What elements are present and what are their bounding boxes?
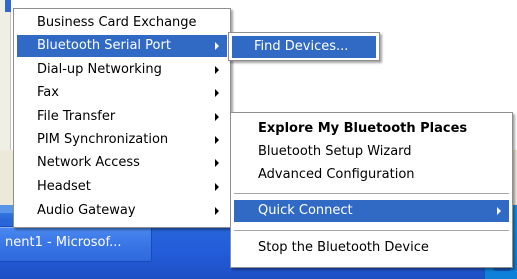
menu-item-label: Find Devices... xyxy=(254,39,349,54)
menu-item-bluetooth-setup-wizard[interactable]: Bluetooth Setup Wizard xyxy=(234,141,509,163)
menu-item-label: Headset xyxy=(37,179,91,194)
menu-item-audio-gateway[interactable]: Audio Gateway xyxy=(17,200,227,222)
menu-item-pim-synchronization[interactable]: PIM Synchronization xyxy=(17,129,227,151)
menu-item-label: Dial-up Networking xyxy=(37,62,162,77)
submenu-arrow-icon xyxy=(215,159,219,167)
bluetooth-tray-menu: Explore My Bluetooth Places Bluetooth Se… xyxy=(230,112,513,268)
menu-item-stop-bluetooth-device[interactable]: Stop the Bluetooth Device xyxy=(234,237,509,259)
menu-item-explore-bluetooth-places[interactable]: Explore My Bluetooth Places xyxy=(234,118,509,140)
menu-item-label: Fax xyxy=(37,85,59,100)
menu-separator xyxy=(234,193,509,194)
menu-item-label: Explore My Bluetooth Places xyxy=(258,121,468,136)
submenu-arrow-icon xyxy=(215,136,219,144)
menu-item-label: Stop the Bluetooth Device xyxy=(258,240,429,255)
menu-item-label: Business Card Exchange xyxy=(37,15,197,30)
submenu-arrow-icon xyxy=(215,113,219,121)
serial-port-submenu: Find Devices... xyxy=(228,32,380,61)
menu-item-headset[interactable]: Headset xyxy=(17,176,227,198)
menu-item-label: Advanced Configuration xyxy=(258,167,415,182)
menu-item-business-card-exchange[interactable]: Business Card Exchange xyxy=(17,12,227,34)
menu-item-label: Audio Gateway xyxy=(37,203,136,218)
menu-item-file-transfer[interactable]: File Transfer xyxy=(17,106,227,128)
menu-item-fax[interactable]: Fax xyxy=(17,82,227,104)
taskbar-window-label: nent1 - Microsof... xyxy=(5,235,122,250)
menu-item-quick-connect[interactable]: Quick Connect xyxy=(234,200,509,222)
submenu-arrow-icon xyxy=(215,207,219,215)
taskbar-window-button[interactable]: nent1 - Microsof... xyxy=(0,226,152,262)
background-window-accent xyxy=(5,0,11,12)
menu-separator xyxy=(234,230,509,231)
background-window-edge xyxy=(0,0,11,150)
submenu-arrow-icon xyxy=(215,66,219,74)
menu-item-bluetooth-serial-port[interactable]: Bluetooth Serial Port xyxy=(17,35,227,57)
menu-item-label: Quick Connect xyxy=(258,203,353,218)
menu-item-find-devices[interactable]: Find Devices... xyxy=(232,36,376,58)
menu-item-label: Bluetooth Serial Port xyxy=(37,38,171,53)
menu-item-label: PIM Synchronization xyxy=(37,132,169,147)
bluetooth-services-menu: Business Card Exchange Bluetooth Serial … xyxy=(13,8,231,228)
submenu-arrow-icon xyxy=(215,89,219,97)
menu-item-advanced-configuration[interactable]: Advanced Configuration xyxy=(234,164,509,186)
menu-item-label: Bluetooth Setup Wizard xyxy=(258,144,412,159)
menu-item-label: File Transfer xyxy=(37,109,116,124)
menu-item-label: Network Access xyxy=(37,155,140,170)
submenu-arrow-icon xyxy=(215,42,219,50)
menu-item-network-access[interactable]: Network Access xyxy=(17,152,227,174)
menu-item-dial-up-networking[interactable]: Dial-up Networking xyxy=(17,59,227,81)
submenu-arrow-icon xyxy=(497,207,501,215)
submenu-arrow-icon xyxy=(215,183,219,191)
